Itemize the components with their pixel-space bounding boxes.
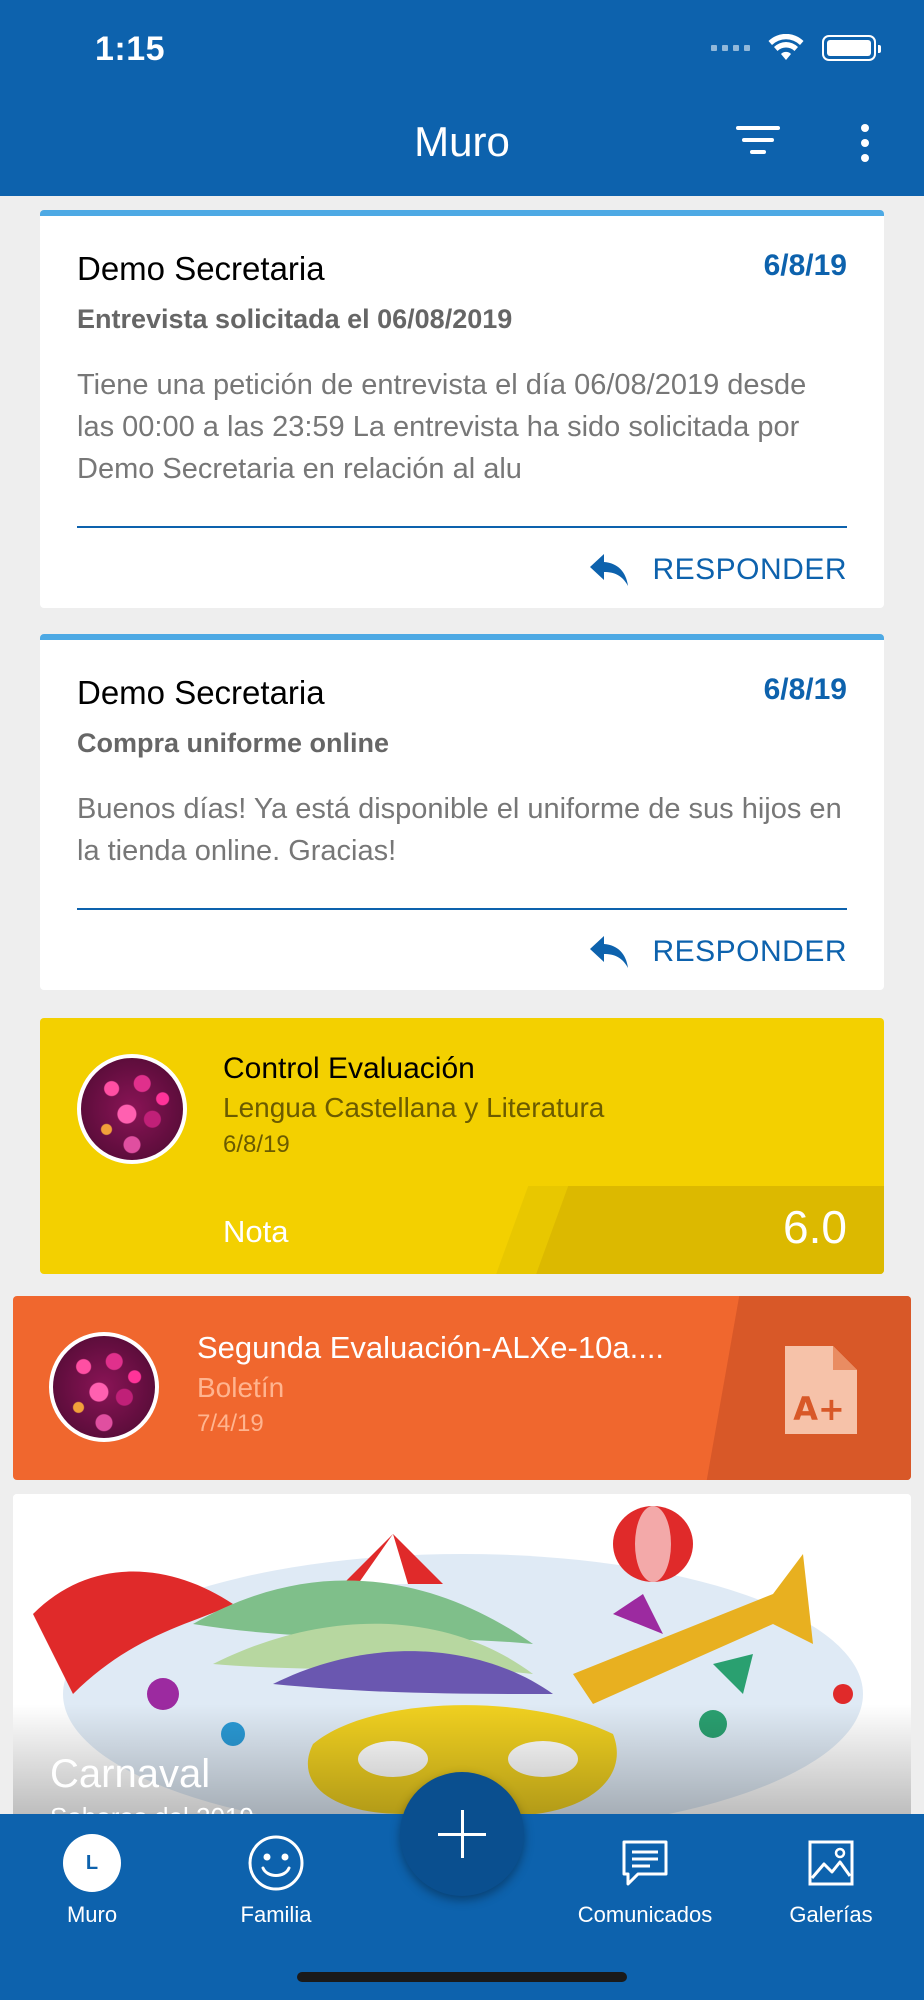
reply-button[interactable]: RESPONDER: [588, 934, 847, 970]
message-date: 6/8/19: [763, 249, 847, 282]
tab-familia[interactable]: Familia: [196, 1834, 356, 1928]
report-title: Segunda Evaluación-ALXe-10a....: [197, 1330, 665, 1365]
grade-subject: Lengua Castellana y Literatura: [223, 1092, 605, 1123]
tab-label: Familia: [240, 1902, 312, 1927]
message-subject: Compra uniforme online: [77, 728, 390, 758]
report-type: Boletín: [197, 1372, 285, 1403]
message-body: Buenos días! Ya está disponible el unifo…: [77, 793, 842, 867]
message-card[interactable]: Demo Secretaria 6/8/19 Entrevista solici…: [40, 210, 884, 608]
add-button[interactable]: [400, 1772, 524, 1896]
grade-value: 6.0: [783, 1201, 847, 1253]
wifi-icon: [768, 34, 804, 60]
tab-muro[interactable]: L Muro: [12, 1834, 172, 1928]
app-header: 1:15 Muro: [0, 0, 924, 196]
chat-icon: [622, 1840, 668, 1886]
grade-label: Nota: [223, 1214, 289, 1249]
gallery-title: Carnaval: [50, 1752, 211, 1796]
reply-label: RESPONDER: [652, 935, 847, 968]
message-subject: Entrevista solicitada el 06/08/2019: [77, 304, 513, 334]
status-time: 1:15: [95, 30, 166, 68]
message-card[interactable]: Demo Secretaria 6/8/19 Compra uniforme o…: [40, 634, 884, 990]
report-date: 7/4/19: [197, 1410, 264, 1437]
smiley-icon: [248, 1835, 304, 1891]
signal-icon: [711, 45, 750, 51]
message-body: Tiene una petición de entrevista el día …: [77, 369, 807, 485]
tab-label: Comunicados: [577, 1902, 713, 1927]
tab-label: Galerías: [789, 1902, 873, 1927]
status-icons: [711, 34, 881, 62]
more-options-button[interactable]: [855, 124, 875, 168]
report-card[interactable]: Segunda Evaluación-ALXe-10a.... Boletín …: [13, 1296, 911, 1480]
tab-label: Muro: [66, 1902, 118, 1927]
battery-icon: [822, 35, 881, 61]
reply-label: RESPONDER: [652, 553, 847, 586]
page-title: Muro: [414, 118, 510, 165]
reply-icon: [590, 936, 629, 968]
divider: [77, 908, 847, 910]
avatar: [49, 1332, 159, 1442]
avatar-letter: L: [85, 1851, 99, 1874]
svg-text:A+: A+: [793, 1390, 845, 1428]
home-indicator[interactable]: [297, 1972, 627, 1982]
divider: [77, 526, 847, 528]
grade-card[interactable]: Control Evaluación Lengua Castellana y L…: [40, 1018, 884, 1274]
report-grade-icon: A+: [785, 1346, 857, 1434]
grade-title: Control Evaluación: [223, 1052, 475, 1085]
tab-galerias[interactable]: Galerías: [751, 1834, 911, 1928]
message-sender: Demo Secretaria: [77, 250, 325, 287]
image-icon: [808, 1840, 854, 1886]
reply-icon: [590, 554, 629, 586]
reply-button[interactable]: RESPONDER: [588, 552, 847, 588]
avatar: [77, 1054, 187, 1164]
message-sender: Demo Secretaria: [77, 674, 325, 711]
clock-icon: L: [63, 1834, 121, 1892]
message-date: 6/8/19: [763, 673, 847, 706]
filter-button[interactable]: [736, 126, 780, 162]
tab-comunicados[interactable]: Comunicados: [565, 1834, 725, 1928]
grade-date: 6/8/19: [223, 1131, 290, 1158]
